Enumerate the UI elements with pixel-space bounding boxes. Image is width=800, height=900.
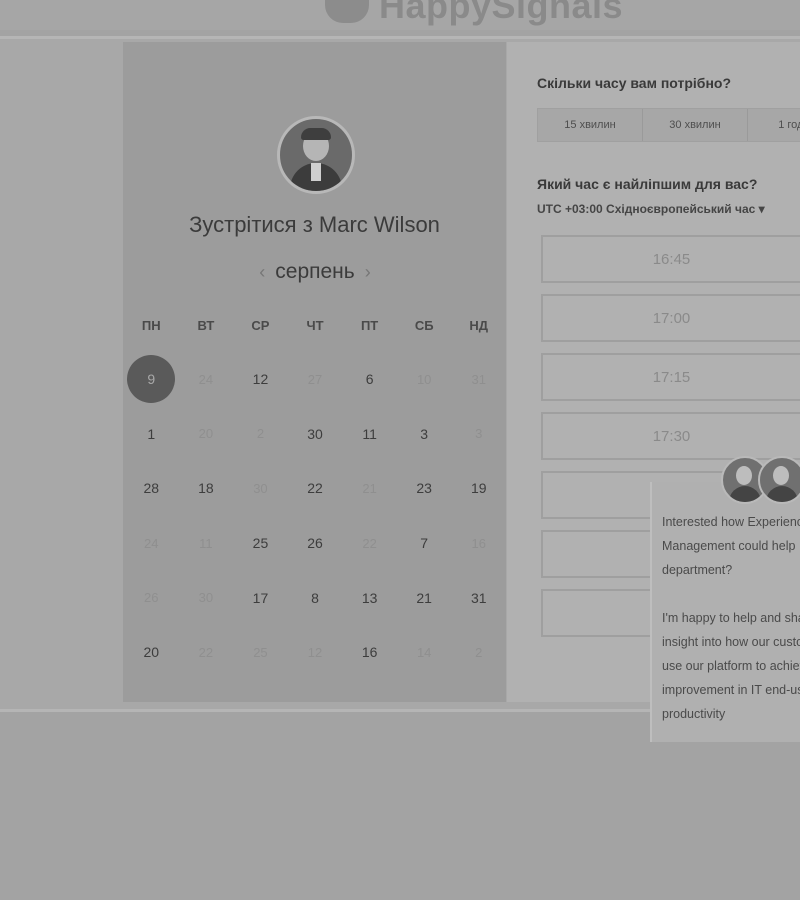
calendar-day-disabled: 27 <box>307 371 323 387</box>
calendar-day[interactable]: 7 <box>397 516 452 571</box>
duration-option-30[interactable]: 30 хвилин <box>643 109 748 141</box>
weekday-wed: СР <box>251 318 270 333</box>
calendar-day-disabled: 20 <box>198 426 214 442</box>
calendar-week: 1 20 2 30 11 3 3 <box>124 407 506 462</box>
calendar-day[interactable]: 25 <box>233 516 288 571</box>
top-bar: HappySignals <box>0 0 800 30</box>
calendar-day[interactable]: 11 <box>342 407 397 462</box>
calendar-day[interactable]: 20 <box>124 625 179 680</box>
logo-text: HappySignals <box>379 0 624 26</box>
chat-message-line: use our platform to achieve <box>662 659 800 673</box>
calendar-day-disabled: 16 <box>471 535 486 551</box>
month-navigation: ‹ серпень › <box>240 258 390 286</box>
meeting-title: Зустрітися з Marc Wilson <box>189 212 440 237</box>
calendar-day-disabled: 30 <box>198 590 214 606</box>
duration-option-60[interactable]: 1 година <box>748 109 800 141</box>
calendar-day[interactable]: 19 <box>451 461 506 516</box>
calendar-day-disabled: 11 <box>199 535 213 551</box>
calendar-day-disabled: 22 <box>362 535 377 551</box>
weekday-header: ПН ВТ СР ЧТ ПТ СБ НД <box>124 318 506 333</box>
chevron-right-icon[interactable]: › <box>355 262 381 283</box>
calendar-day-disabled: 26 <box>144 590 159 606</box>
time-slot[interactable]: 17:00 <box>541 294 800 342</box>
chat-message-line: department? <box>662 563 733 577</box>
brand-logo[interactable]: HappySignals <box>325 0 624 26</box>
calendar-day-disabled: 21 <box>362 480 377 496</box>
calendar-day[interactable]: 18 <box>179 461 234 516</box>
calendar-day-disabled: 24 <box>144 535 159 551</box>
weekday-tue: ВТ <box>197 318 215 333</box>
weekday-sat: СБ <box>414 318 434 333</box>
duration-selector: 15 хвилин 30 хвилин 1 година <box>537 108 800 142</box>
calendar-week: 20 22 25 12 16 14 2 <box>124 625 506 680</box>
calendar-day-disabled: 2 <box>475 644 483 660</box>
duration-option-15[interactable]: 15 хвилин <box>538 109 643 141</box>
weekday-fri: ПТ <box>360 318 379 333</box>
calendar-day[interactable]: 6 <box>342 352 397 407</box>
calendar-week: 9 24 12 27 6 10 31 <box>124 352 506 407</box>
calendar-day-disabled: 22 <box>198 644 214 660</box>
agent-avatar <box>758 456 800 504</box>
chat-message-line: Management could help <box>662 539 796 553</box>
calendar-day[interactable]: 30 <box>288 407 343 462</box>
time-slot[interactable]: 17:15 <box>541 353 800 401</box>
calendar-day[interactable]: 16 <box>342 625 397 680</box>
duration-question: Скільки часу вам потрібно? <box>537 75 732 91</box>
calendar-day[interactable]: 21 <box>397 570 452 625</box>
calendar-day-selected[interactable]: 9 <box>124 352 179 407</box>
calendar-day-disabled: 10 <box>416 371 432 387</box>
calendar-week: 24 11 25 26 22 7 16 <box>124 516 506 571</box>
calendar-day-disabled: 2 <box>256 426 265 442</box>
calendar-day[interactable]: 22 <box>288 461 343 516</box>
calendar-day[interactable]: 17 <box>233 570 288 625</box>
calendar-day-disabled: 30 <box>253 480 268 496</box>
chat-message-line: insight into how our customers <box>662 635 800 649</box>
chat-message-line: improvement in IT end-user <box>662 683 800 697</box>
calendar-day[interactable]: 3 <box>397 407 452 462</box>
chat-bubble-icon <box>325 0 369 23</box>
calendar-day-disabled: 12 <box>307 644 323 660</box>
calendar-week: 28 18 30 22 21 23 19 <box>124 461 506 516</box>
time-question: Який час є найліпшим для вас? <box>537 176 758 192</box>
chat-message-line: Interested how Experience <box>662 515 800 529</box>
calendar-day[interactable]: 12 <box>233 352 288 407</box>
calendar-grid: 9 24 12 27 6 10 31 1 20 2 30 11 3 3 28 1… <box>124 352 506 680</box>
calendar-day[interactable]: 13 <box>342 570 397 625</box>
calendar-day-disabled: 14 <box>416 644 432 660</box>
calendar-day-disabled: 24 <box>198 371 214 387</box>
host-avatar <box>277 116 355 194</box>
weekday-thu: ЧТ <box>306 318 324 333</box>
calendar-day[interactable]: 28 <box>124 461 179 516</box>
calendar-week: 26 30 17 8 13 21 31 <box>124 570 506 625</box>
weekday-mon: ПН <box>141 318 161 333</box>
weekday-sun: НД <box>469 318 489 333</box>
calendar-day[interactable]: 8 <box>288 570 343 625</box>
time-slot[interactable]: 17:30 <box>541 412 800 460</box>
time-slot[interactable]: 16:45 <box>541 235 800 283</box>
chevron-left-icon[interactable]: ‹ <box>249 262 275 283</box>
calendar-day[interactable]: 23 <box>397 461 452 516</box>
timezone-select[interactable]: UTC +03:00 Східноєвропейський час ▾ <box>537 202 765 216</box>
calendar-day[interactable]: 31 <box>451 570 506 625</box>
calendar-day[interactable]: 1 <box>124 407 179 462</box>
chat-message-line: productivity <box>662 707 726 721</box>
calendar-day-disabled: 25 <box>253 644 268 660</box>
chat-message-line: I'm happy to help and share <box>662 611 800 625</box>
calendar-day[interactable]: 26 <box>288 516 343 571</box>
month-label: серпень <box>275 260 355 283</box>
calendar-day-disabled: 31 <box>471 371 486 387</box>
calendar-day-disabled: 3 <box>475 426 483 442</box>
